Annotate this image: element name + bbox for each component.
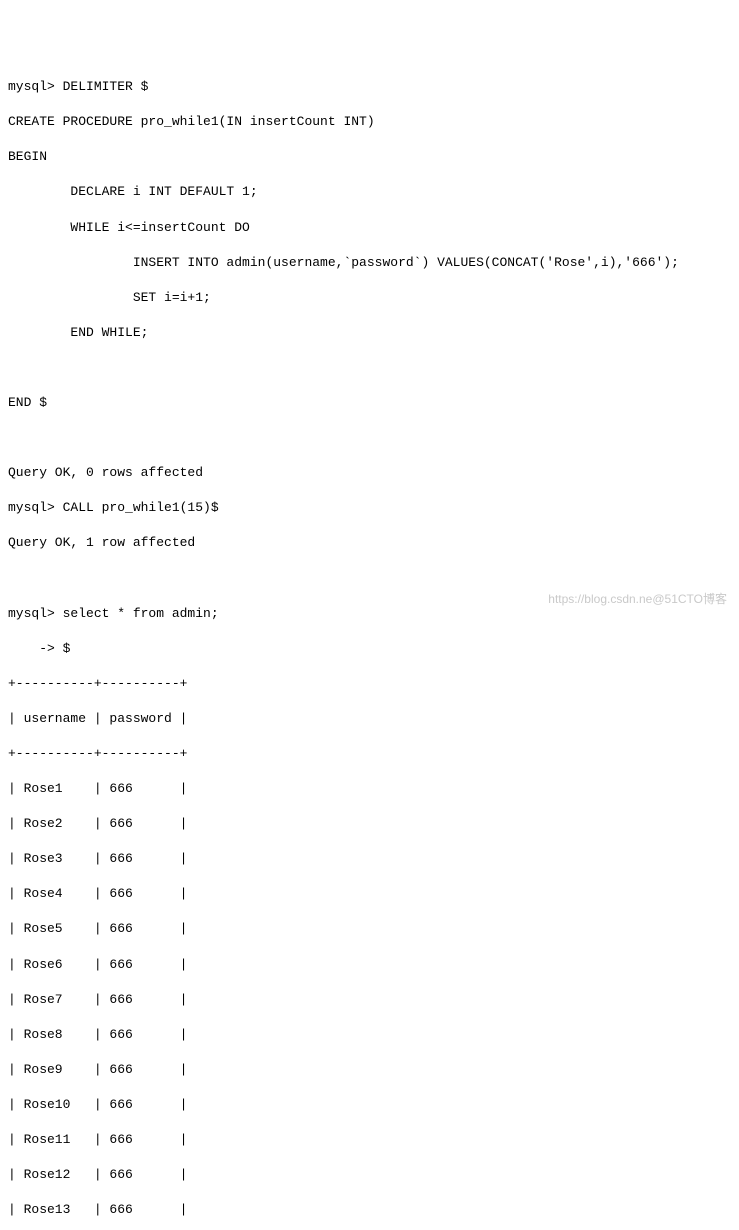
watermark-text: https://blog.csdn.ne@51CTO博客 <box>548 591 727 607</box>
table-row: | Rose11 | 666 | <box>8 1131 731 1149</box>
table-header: | username | password | <box>8 710 731 728</box>
table-border: +----------+----------+ <box>8 675 731 693</box>
table-row: | Rose9 | 666 | <box>8 1061 731 1079</box>
table-row: | Rose2 | 666 | <box>8 815 731 833</box>
code-line <box>8 359 731 377</box>
table-row: | Rose7 | 666 | <box>8 991 731 1009</box>
code-line: -> $ <box>8 640 731 658</box>
table-row: | Rose12 | 666 | <box>8 1166 731 1184</box>
code-line: DECLARE i INT DEFAULT 1; <box>8 183 731 201</box>
code-line: Query OK, 1 row affected <box>8 534 731 552</box>
code-line: mysql> CALL pro_while1(15)$ <box>8 499 731 517</box>
code-line: SET i=i+1; <box>8 289 731 307</box>
code-line: mysql> select * from admin; <box>8 605 731 623</box>
code-line: END $ <box>8 394 731 412</box>
table-row: | Rose8 | 666 | <box>8 1026 731 1044</box>
code-line: BEGIN <box>8 148 731 166</box>
table-row: | Rose3 | 666 | <box>8 850 731 868</box>
code-line: mysql> DELIMITER $ <box>8 78 731 96</box>
table-row: | Rose1 | 666 | <box>8 780 731 798</box>
code-line <box>8 570 731 588</box>
code-line: CREATE PROCEDURE pro_while1(IN insertCou… <box>8 113 731 131</box>
table-row: | Rose10 | 666 | <box>8 1096 731 1114</box>
table-row: | Rose6 | 666 | <box>8 956 731 974</box>
code-line: INSERT INTO admin(username,`password`) V… <box>8 254 731 272</box>
code-line: WHILE i<=insertCount DO <box>8 219 731 237</box>
table-row: | Rose13 | 666 | <box>8 1201 731 1219</box>
code-line: Query OK, 0 rows affected <box>8 464 731 482</box>
table-border: +----------+----------+ <box>8 745 731 763</box>
table-row: | Rose4 | 666 | <box>8 885 731 903</box>
table-row: | Rose5 | 666 | <box>8 920 731 938</box>
code-line <box>8 429 731 447</box>
code-line: END WHILE; <box>8 324 731 342</box>
